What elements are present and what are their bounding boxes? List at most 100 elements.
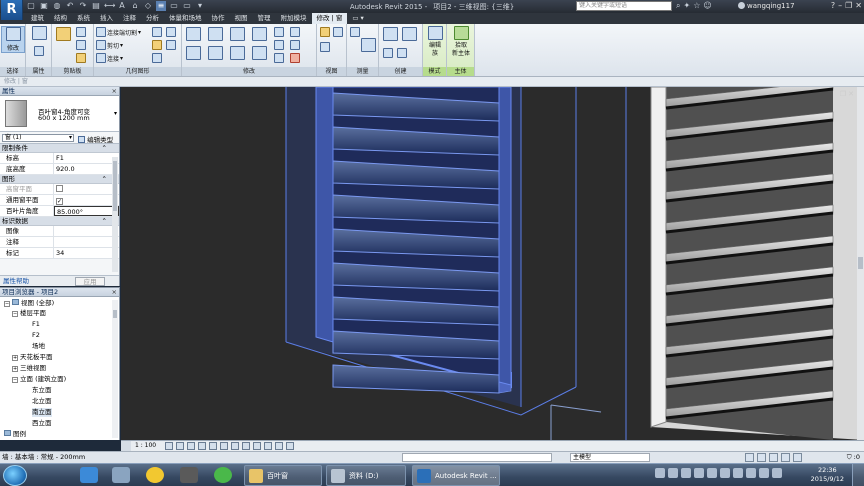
workset-select[interactable]	[402, 453, 552, 462]
sun-path-icon[interactable]	[187, 442, 195, 450]
align-button[interactable]	[186, 27, 201, 41]
measure-button[interactable]	[350, 27, 360, 37]
tray-icon-7[interactable]	[733, 468, 743, 478]
checkbox[interactable]: ✓	[56, 198, 63, 205]
viewport-scrollbar[interactable]	[857, 87, 864, 440]
3d-model-view[interactable]	[121, 87, 864, 440]
browser-node[interactable]: 图例	[4, 430, 26, 439]
properties-toggle-button[interactable]	[27, 46, 51, 58]
copy-button[interactable]	[76, 40, 86, 50]
paint-button[interactable]	[152, 40, 162, 50]
linework-button[interactable]	[320, 42, 330, 52]
section-header[interactable]: 标识数据 ⌃	[0, 217, 119, 226]
tray-icon-4[interactable]	[694, 468, 704, 478]
tray-icon-6[interactable]	[720, 468, 730, 478]
close-icon[interactable]: ×	[112, 87, 117, 96]
tab-9[interactable]: 管理	[253, 13, 276, 24]
close-icon[interactable]: ✕	[848, 90, 854, 98]
minimize-icon[interactable]: –	[838, 1, 842, 10]
explorer-icon[interactable]	[112, 467, 130, 483]
property-value[interactable]	[54, 226, 119, 236]
louver-window-right[interactable]	[650, 87, 864, 440]
apply-button[interactable]: 应用	[75, 277, 105, 286]
create-similar-button[interactable]	[397, 48, 407, 58]
select-pinned-icon[interactable]	[769, 453, 778, 462]
tray-icon-2[interactable]	[668, 468, 678, 478]
offset-button[interactable]	[208, 27, 223, 41]
browser-node[interactable]: − 立面 (建筑立面)	[12, 375, 66, 384]
select-underlay-icon[interactable]	[757, 453, 766, 462]
demolish-button[interactable]	[166, 40, 176, 50]
show-crop-icon[interactable]	[231, 442, 239, 450]
tray-icon-5[interactable]	[707, 468, 717, 478]
rotate-button[interactable]	[230, 46, 245, 60]
array-button[interactable]	[274, 40, 284, 50]
network-icon[interactable]	[746, 468, 756, 478]
close-icon[interactable]: ×	[112, 288, 117, 297]
tab-1[interactable]: 结构	[49, 13, 72, 24]
drag-elements-icon[interactable]	[793, 453, 802, 462]
copy-element-button[interactable]	[208, 46, 223, 60]
create-assembly-button[interactable]	[383, 27, 398, 41]
type-properties-button[interactable]	[27, 26, 51, 42]
chevron-down-icon[interactable]: ▾	[114, 110, 117, 117]
help-icon[interactable]: ?	[831, 1, 835, 10]
create-group-button[interactable]	[383, 48, 393, 58]
browser-node[interactable]: 南立面	[32, 408, 52, 417]
restore-icon[interactable]: ❐	[845, 1, 852, 10]
lock-3d-icon[interactable]	[242, 442, 250, 450]
pin-button[interactable]	[290, 27, 300, 37]
modify-button[interactable]: 修改	[1, 26, 25, 53]
collapse-icon[interactable]: −	[12, 311, 18, 317]
show-desktop-button[interactable]	[852, 464, 864, 486]
cut-geometry-button[interactable]: 剪切 ▾	[96, 40, 123, 50]
trim-button[interactable]	[252, 46, 267, 60]
properties-help-link[interactable]: 属性帮助	[3, 276, 29, 287]
expand-icon[interactable]: +	[12, 366, 18, 372]
mirror-axis-button[interactable]	[230, 27, 245, 41]
tab-3[interactable]: 插入	[95, 13, 118, 24]
delete-button[interactable]	[290, 53, 300, 63]
star-icon[interactable]: ☆	[693, 1, 700, 11]
highlight-displacement-icon[interactable]	[286, 442, 294, 450]
expand-icon[interactable]: +	[12, 355, 18, 361]
browser-node[interactable]: 场地	[32, 342, 45, 351]
system-clock[interactable]: 22:36 2015/9/12	[811, 466, 844, 484]
browser-scrollbar[interactable]	[112, 300, 118, 438]
create-parts-button[interactable]	[402, 27, 417, 41]
browser-node[interactable]: + 三维视图	[12, 364, 46, 373]
browser-node[interactable]: 西立面	[32, 419, 52, 428]
flag-icon[interactable]	[772, 468, 782, 478]
split-button[interactable]	[274, 27, 284, 37]
help-search-input[interactable]: 键入关键字或短语	[576, 1, 672, 11]
task-folder-louver[interactable]: 百叶窗	[244, 465, 322, 486]
property-value[interactable]	[54, 237, 119, 247]
select-links-icon[interactable]	[745, 453, 754, 462]
browser-node[interactable]: − 楼层平面	[12, 309, 46, 318]
hide-button[interactable]	[320, 27, 330, 37]
subscription-icon[interactable]: ✦	[683, 1, 690, 11]
property-value[interactable]: 34	[54, 248, 119, 258]
join-button[interactable]: 连接 ▾	[96, 53, 123, 63]
view-scale[interactable]: 1 : 100	[135, 441, 156, 451]
browser-node[interactable]: 东立面	[32, 386, 52, 395]
properties-scrollbar[interactable]	[112, 157, 118, 272]
scroll-thumb[interactable]	[113, 161, 117, 211]
match-properties-button[interactable]	[76, 53, 86, 63]
collapse-icon[interactable]: −	[4, 301, 10, 307]
edit-family-button[interactable]: 编辑 族	[423, 26, 447, 58]
pick-new-host-button[interactable]: 拾取 新主体	[449, 26, 473, 58]
property-value[interactable]: 920.0	[54, 164, 119, 174]
collapse-icon[interactable]: ⌃	[102, 175, 107, 184]
task-drive-d[interactable]: 资料 (D:)	[326, 465, 406, 486]
analytical-model-icon[interactable]	[275, 442, 283, 450]
reveal-hidden-icon[interactable]	[264, 442, 272, 450]
shadows-icon[interactable]	[198, 442, 206, 450]
tab-8[interactable]: 视图	[230, 13, 253, 24]
section-header[interactable]: 图形 ⌃	[0, 175, 119, 184]
tray-icon-3[interactable]	[681, 468, 691, 478]
select-by-face-icon[interactable]	[781, 453, 790, 462]
wall-joins-button[interactable]	[152, 27, 162, 37]
tab-10[interactable]: 附加模块	[276, 13, 312, 24]
type-selector[interactable]: 百叶窗4-角度可变 600 x 1200 mm ▾	[0, 96, 119, 132]
